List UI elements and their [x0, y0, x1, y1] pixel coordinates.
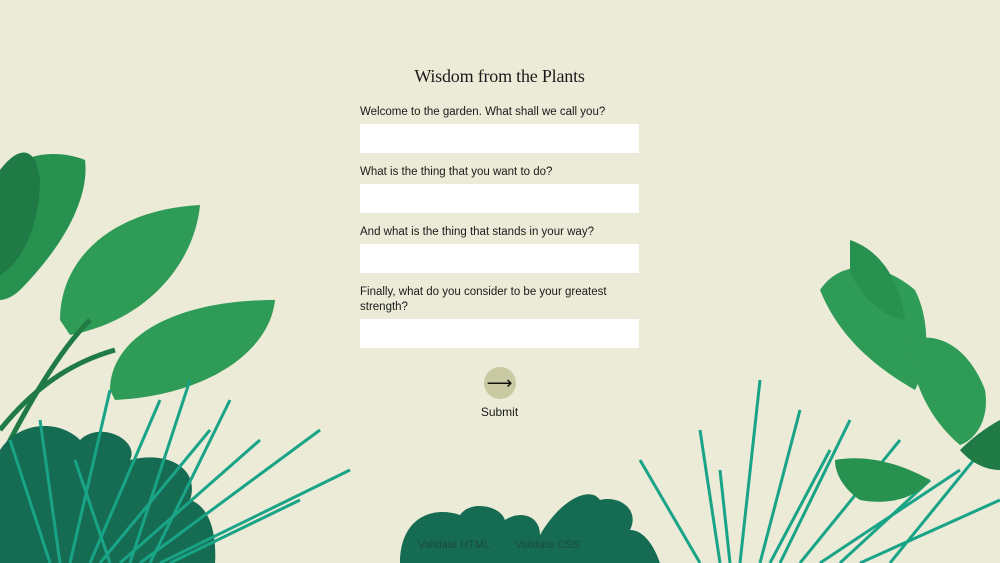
strength-input[interactable] — [360, 319, 639, 348]
question-label-goal: What is the thing that you want to do? — [360, 166, 553, 178]
obstacle-input[interactable] — [360, 244, 639, 273]
page-title: Wisdom from the Plants — [414, 66, 585, 86]
question-label-obstacle: And what is the thing that stands in you… — [360, 226, 594, 238]
question-label-strength: Finally, what do you consider to be your… — [360, 286, 607, 313]
question-label-name: Welcome to the garden. What shall we cal… — [360, 106, 606, 118]
footer: Validate HTML Validate CSS — [418, 539, 602, 551]
center-bush — [400, 494, 660, 563]
arrow-right-icon: ⟶ — [486, 372, 513, 393]
validate-html-link[interactable]: Validate HTML — [418, 539, 490, 551]
validate-css-link[interactable]: Validate CSS — [515, 539, 580, 551]
name-input[interactable] — [360, 124, 639, 153]
submit-label: Submit — [480, 405, 519, 419]
submit-area: ⟶ Submit — [360, 367, 639, 419]
goal-input[interactable] — [360, 184, 639, 213]
left-leaves — [0, 152, 275, 462]
question-form: Wisdom from the Plants Welcome to the ga… — [360, 60, 639, 360]
submit-button[interactable]: ⟶ — [483, 367, 516, 399]
